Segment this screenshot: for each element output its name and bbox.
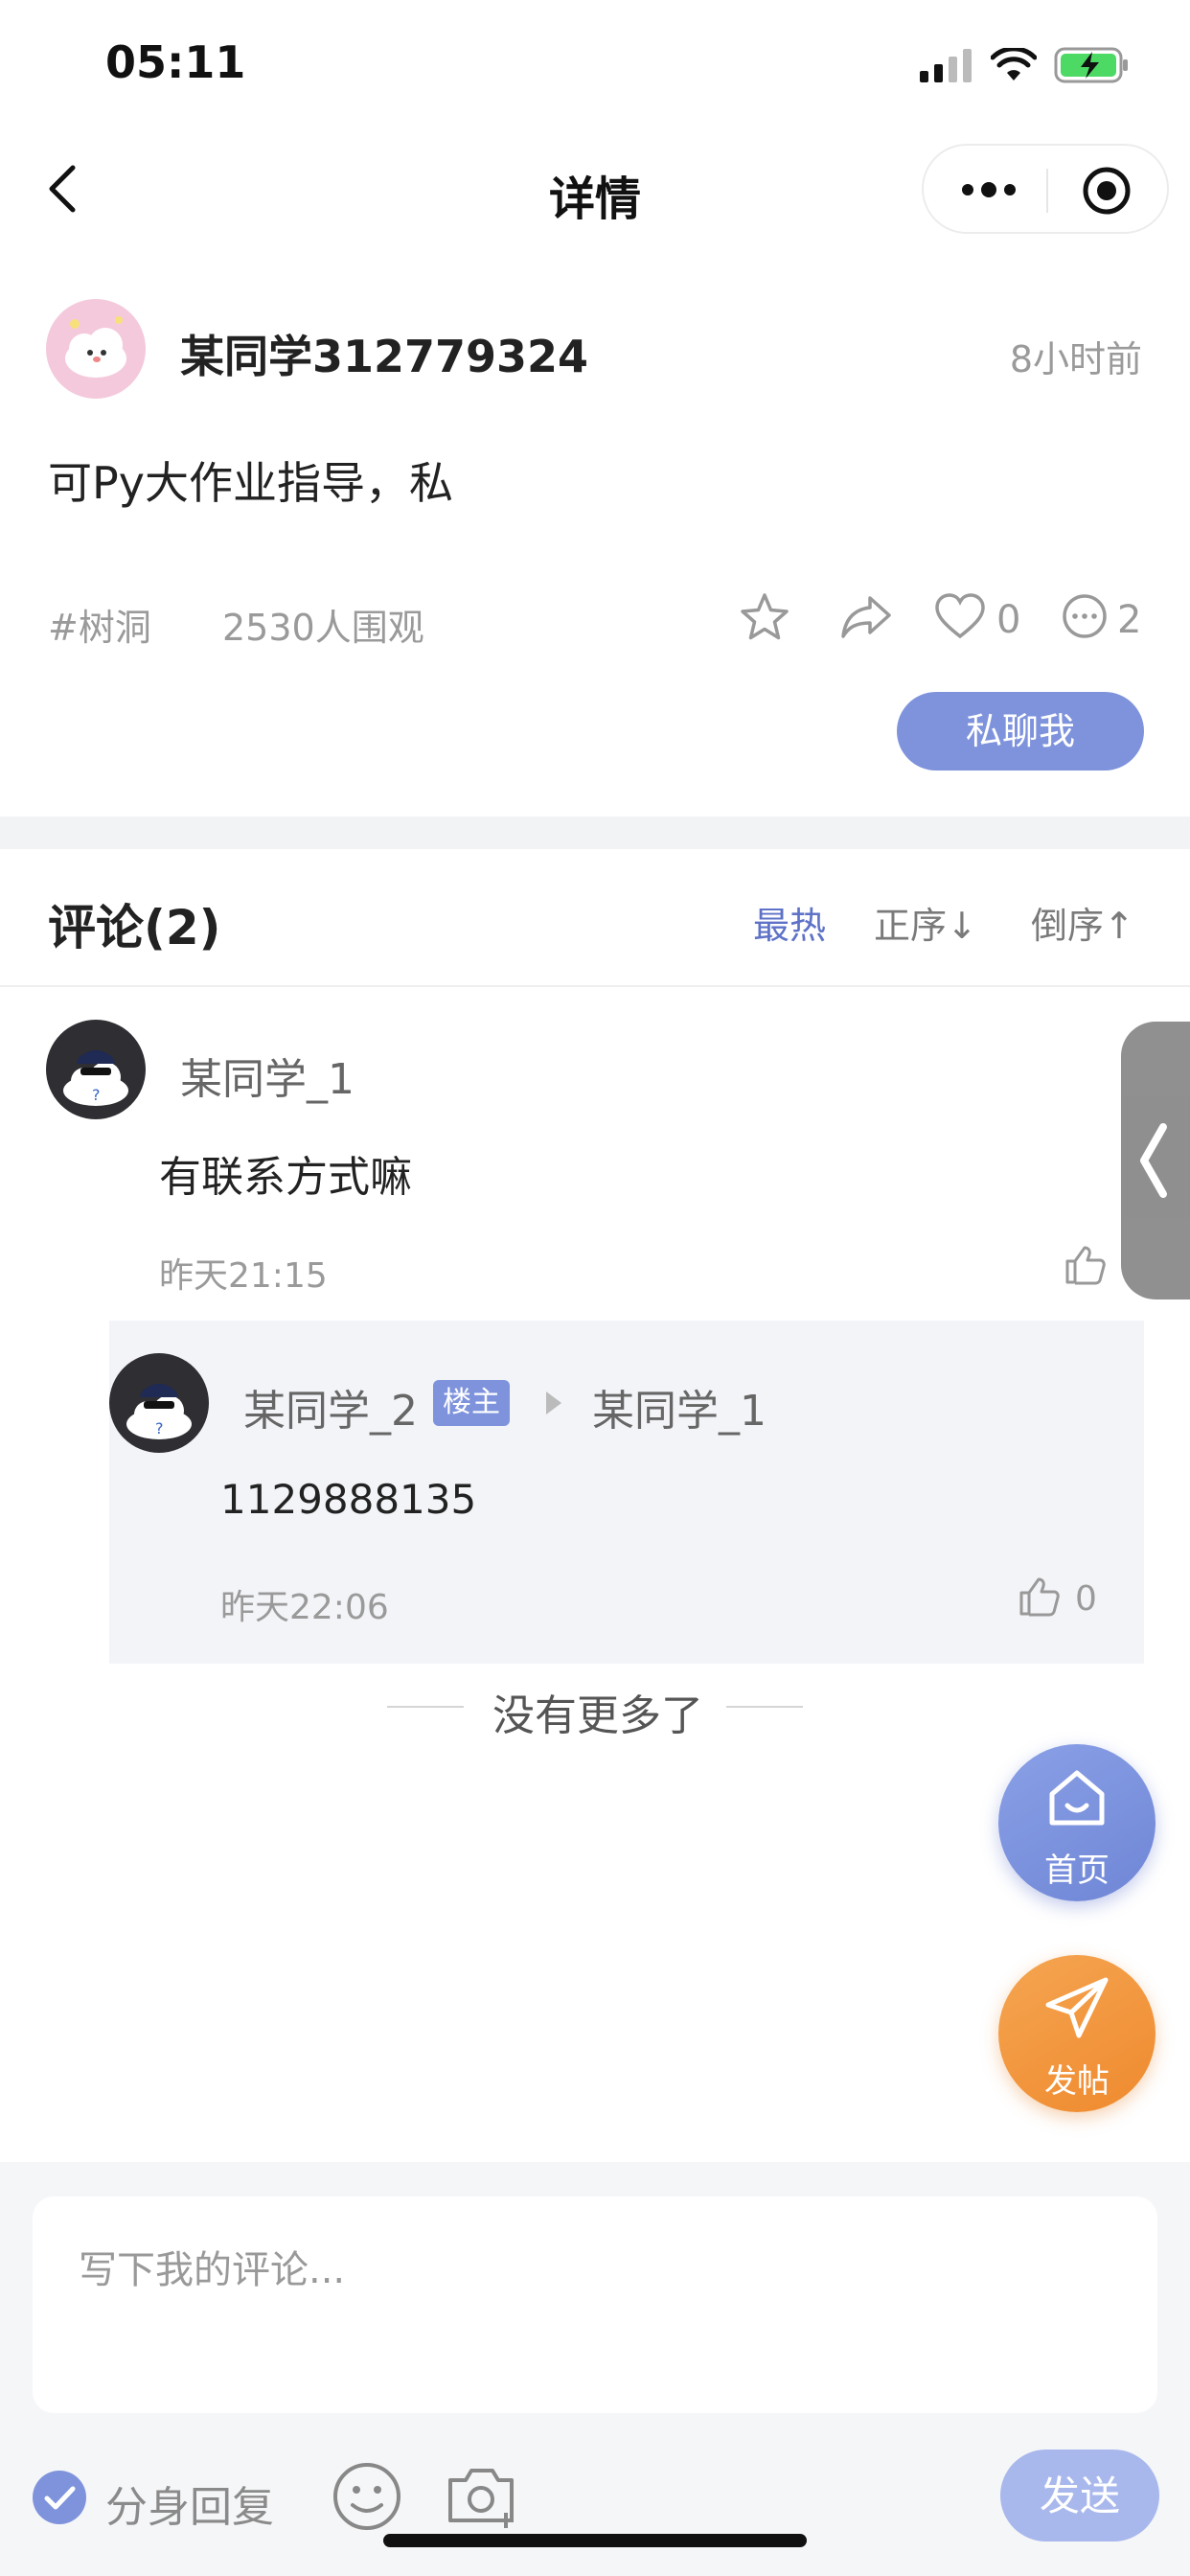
target-circle-icon: [1083, 167, 1131, 215]
smiley-icon: [333, 2463, 400, 2530]
op-badge: 楼主: [433, 1380, 510, 1426]
comment-author-name[interactable]: 某同学_1: [180, 1045, 355, 1106]
mini-program-capsule: [922, 144, 1169, 234]
post-author-avatar[interactable]: [46, 299, 146, 399]
divider-line: [387, 1706, 464, 1708]
favorite-button[interactable]: [738, 590, 791, 644]
reply-to-name[interactable]: 某同学_1: [592, 1376, 767, 1438]
close-miniprogram-button[interactable]: [1081, 165, 1133, 217]
new-post-fab[interactable]: 发帖: [998, 1955, 1156, 2112]
reply-avatar[interactable]: ?: [109, 1353, 209, 1453]
reply-time: 昨天22:06: [220, 1588, 389, 1627]
comment-time: 昨天21:15: [159, 1256, 328, 1296]
post-time: 8小时前: [1009, 338, 1142, 380]
thumbs-up-icon: [1019, 1577, 1060, 1617]
camera-button[interactable]: [445, 2461, 519, 2532]
post-tag[interactable]: #树洞: [48, 598, 151, 651]
status-time: 05:11: [105, 36, 246, 88]
comment-button[interactable]: [1058, 590, 1111, 644]
signal-icon: [920, 49, 972, 82]
reply-to-arrow-icon: [542, 1388, 565, 1418]
comment-text: 有联系方式嘛: [159, 1153, 412, 1202]
comment-bubble-icon: [1063, 594, 1107, 638]
comment-count: 2: [1117, 598, 1142, 642]
capsule-divider: [1046, 169, 1048, 213]
check-circle-icon: [33, 2471, 86, 2524]
sort-hot-tab[interactable]: 最热: [753, 896, 826, 949]
thumbs-up-icon: [1065, 1246, 1106, 1285]
share-arrow-icon: [841, 596, 891, 638]
heart-icon: [935, 593, 985, 639]
wifi-icon: [991, 48, 1037, 80]
paper-plane-icon: [1045, 1977, 1109, 2038]
alt-reply-label[interactable]: 分身回复: [105, 2472, 274, 2534]
chevron-left-icon: [1140, 1123, 1167, 1198]
battery-icon: [1054, 47, 1128, 83]
post-author-name[interactable]: 某同学312779324: [180, 322, 588, 385]
home-fab[interactable]: 首页: [998, 1744, 1156, 1901]
reply-like-count: 0: [1075, 1579, 1097, 1619]
status-icons: [920, 46, 1131, 84]
emoji-button[interactable]: [332, 2461, 402, 2532]
private-chat-button[interactable]: 私聊我: [897, 692, 1144, 770]
alt-reply-checkbox[interactable]: [31, 2469, 88, 2526]
comment-like-button[interactable]: [1062, 1242, 1108, 1288]
comment-input[interactable]: 写下我的评论...: [33, 2196, 1157, 2413]
section-divider: [0, 816, 1190, 849]
star-icon: [741, 593, 789, 640]
send-button[interactable]: 发送: [1000, 2450, 1159, 2542]
side-drawer-tab[interactable]: [1121, 1022, 1190, 1300]
reply-author-name[interactable]: 某同学_2: [243, 1376, 418, 1438]
like-button[interactable]: [933, 590, 987, 644]
svg-text:?: ?: [92, 1086, 101, 1104]
camera-plus-icon: [448, 2469, 514, 2528]
post-views: 2530人围观: [222, 607, 424, 649]
svg-text:?: ?: [155, 1419, 164, 1438]
divider-line: [726, 1706, 803, 1708]
header-divider: [0, 985, 1190, 987]
sort-ascending-tab[interactable]: 正序↓: [874, 896, 977, 949]
like-count: 0: [996, 598, 1021, 642]
reply-like-button[interactable]: [1016, 1574, 1062, 1620]
comments-title: 评论(2): [48, 900, 221, 955]
sort-descending-tab[interactable]: 倒序↑: [1031, 896, 1134, 949]
reply-text: 1129888135: [220, 1476, 477, 1523]
more-dots-icon: [962, 182, 1016, 197]
home-indicator: [383, 2534, 807, 2547]
no-more-text: 没有更多了: [492, 1691, 703, 1740]
post-content: 可Py大作业指导，私: [48, 457, 453, 509]
more-button[interactable]: [960, 171, 1018, 209]
share-button[interactable]: [837, 590, 895, 644]
home-fab-label: 首页: [1044, 1852, 1110, 1890]
home-icon: [1049, 1770, 1105, 1826]
comment-avatar[interactable]: ?: [46, 1020, 146, 1119]
new-post-fab-label: 发帖: [1044, 2062, 1110, 2101]
